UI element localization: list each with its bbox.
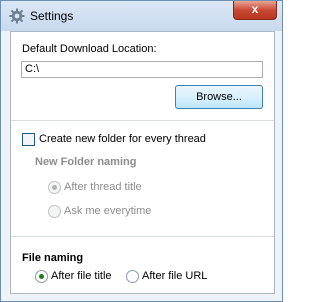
radio-after-thread-title[interactable] — [48, 181, 61, 194]
divider — [11, 120, 274, 121]
browse-button[interactable]: Browse... — [175, 85, 263, 109]
radio-after-file-url[interactable] — [126, 270, 139, 283]
browse-button-label: Browse... — [196, 91, 242, 103]
after-file-url-label[interactable]: After file URL — [142, 270, 207, 282]
close-icon: x — [251, 2, 259, 16]
settings-panel: Default Download Location: C:\ Browse...… — [10, 31, 275, 294]
window-title: Settings — [30, 9, 74, 23]
radio-selected-dot — [52, 185, 57, 190]
radio-ask-me-everytime[interactable] — [48, 205, 61, 218]
download-location-label: Default Download Location: — [22, 43, 157, 55]
create-folder-label[interactable]: Create new folder for every thread — [39, 133, 206, 145]
download-path-value: C:\ — [25, 63, 40, 75]
new-folder-naming-heading: New Folder naming — [35, 156, 137, 168]
file-naming-heading: File naming — [22, 252, 84, 264]
after-file-title-label[interactable]: After file title — [51, 270, 112, 282]
create-folder-checkbox[interactable] — [22, 133, 35, 146]
close-button[interactable]: x — [233, 1, 277, 20]
file-naming-section: File naming After file title After file … — [11, 236, 274, 293]
title-bar[interactable]: Settings x — [1, 1, 282, 31]
after-thread-title-label[interactable]: After thread title — [64, 181, 142, 193]
download-path-field[interactable]: C:\ — [21, 61, 263, 78]
radio-after-file-title[interactable] — [35, 270, 48, 283]
radio-selected-dot — [39, 274, 44, 279]
gear-icon — [9, 8, 25, 24]
ask-me-everytime-label[interactable]: Ask me everytime — [64, 205, 151, 217]
settings-window: Settings x Default Download Location: C:… — [0, 0, 283, 302]
